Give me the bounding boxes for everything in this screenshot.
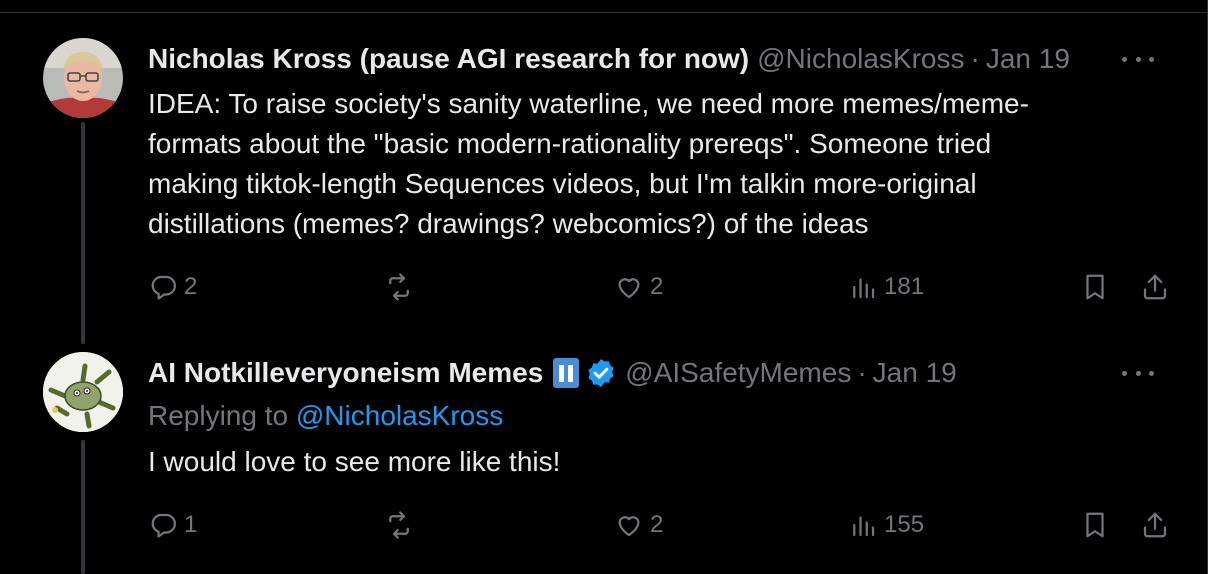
reply-count: 1 xyxy=(184,511,198,538)
avatar[interactable] xyxy=(43,38,123,118)
monster-drawing-icon xyxy=(43,352,123,432)
views-button[interactable]: 181 xyxy=(848,267,924,307)
more-icon[interactable] xyxy=(1122,54,1154,64)
views-count: 155 xyxy=(884,511,925,538)
share-icon xyxy=(1143,274,1167,300)
avatar[interactable] xyxy=(43,352,123,432)
display-name[interactable]: AI Notkilleveryoneism Memes xyxy=(148,357,543,389)
separator: · xyxy=(970,43,980,74)
bookmark-icon xyxy=(1086,274,1104,300)
tweet-header: AI Notkilleveryoneism Memes @AISafetyMem… xyxy=(148,352,957,394)
bookmark-icon xyxy=(1086,512,1104,538)
views-button[interactable]: 155 xyxy=(848,505,924,545)
separator: · xyxy=(857,357,867,388)
retweet-button[interactable] xyxy=(384,267,420,307)
reply-count: 2 xyxy=(184,273,198,300)
share-icon xyxy=(1143,512,1167,538)
timestamp[interactable]: Jan 19 xyxy=(986,43,1070,75)
heart-icon xyxy=(618,278,640,299)
user-photo-icon xyxy=(43,38,123,118)
bookmark-button[interactable] xyxy=(1080,267,1110,307)
views-icon xyxy=(853,516,875,537)
like-button[interactable]: 2 xyxy=(614,267,663,307)
tweet-text: I would love to see more like this! xyxy=(148,446,561,477)
retweet-icon xyxy=(389,273,409,301)
pause-icon xyxy=(553,358,580,388)
tweet-text-line: formats about the "basic modern-rational… xyxy=(148,128,992,159)
thread-line xyxy=(81,122,85,344)
timestamp[interactable]: Jan 19 xyxy=(873,357,957,389)
tweet-text-line: distillations (memes? drawings? webcomic… xyxy=(148,208,869,239)
bookmark-button[interactable] xyxy=(1080,505,1110,545)
replying-prefix: Replying to xyxy=(148,400,289,431)
replying-to: Replying to @NicholasKross xyxy=(148,396,503,436)
share-button[interactable] xyxy=(1140,267,1170,307)
action-bar: 1 2 155 xyxy=(148,505,1178,545)
reply-button[interactable]: 2 xyxy=(148,267,197,307)
views-count: 181 xyxy=(884,273,925,300)
action-bar: 2 2 181 xyxy=(148,267,1178,307)
views-icon xyxy=(853,278,875,299)
reply-icon xyxy=(151,275,176,300)
reply-icon xyxy=(151,513,176,538)
tweet-text-line: making tiktok-length Sequences videos, b… xyxy=(148,168,977,199)
like-count: 2 xyxy=(650,273,664,300)
tweet-header: Nicholas Kross (pause AGI research for n… xyxy=(148,38,1070,80)
thread-line-continued xyxy=(81,440,85,574)
more-icon[interactable] xyxy=(1122,368,1154,378)
share-button[interactable] xyxy=(1140,505,1170,545)
display-name[interactable]: Nicholas Kross (pause AGI research for n… xyxy=(148,43,749,75)
frame-top-border xyxy=(0,12,1208,13)
user-handle[interactable]: @NicholasKross xyxy=(757,43,964,75)
verified-badge-icon[interactable] xyxy=(585,357,617,389)
tweet-text: IDEA: To raise society's sanity waterlin… xyxy=(148,84,1148,244)
retweet-button[interactable] xyxy=(384,505,420,545)
like-button[interactable]: 2 xyxy=(614,505,663,545)
tweet-text-line: IDEA: To raise society's sanity waterlin… xyxy=(148,88,1029,119)
reply-button[interactable]: 1 xyxy=(148,505,197,545)
retweet-icon xyxy=(389,511,409,539)
replying-handle-link[interactable]: @NicholasKross xyxy=(296,400,503,431)
heart-icon xyxy=(618,516,640,537)
like-count: 2 xyxy=(650,511,664,538)
user-handle[interactable]: @AISafetyMemes xyxy=(625,357,851,389)
